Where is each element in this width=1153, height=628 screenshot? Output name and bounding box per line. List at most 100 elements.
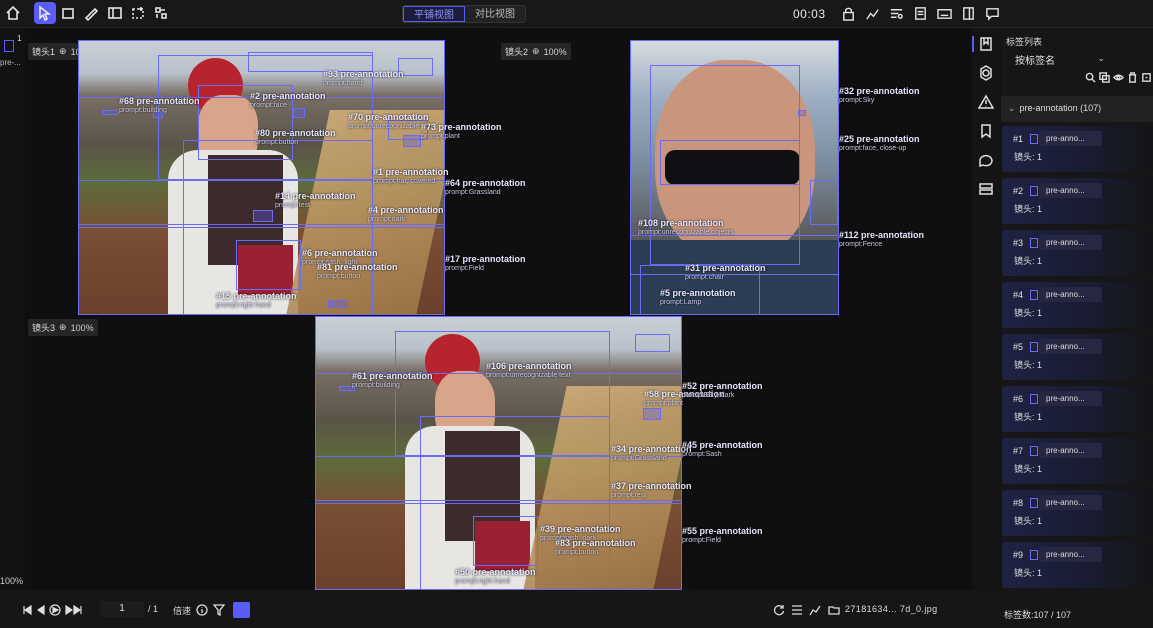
label-item[interactable]: #6 pre-anno... 镜头: 1 — [1002, 386, 1153, 432]
refresh-icon[interactable] — [773, 604, 785, 616]
lock-icon[interactable] — [838, 3, 859, 23]
lens-label: 镜头1 — [32, 47, 56, 57]
bbox[interactable] — [810, 180, 838, 225]
copy-icon[interactable] — [1099, 72, 1110, 83]
trash-icon[interactable] — [1127, 72, 1138, 83]
chart-icon[interactable] — [809, 604, 821, 616]
item-name: pre-anno... — [1039, 339, 1102, 354]
item-lens: 镜头: 1 — [1014, 152, 1043, 162]
list-icon[interactable] — [791, 604, 803, 616]
bbox[interactable] — [798, 110, 806, 116]
box-icon — [1030, 134, 1038, 144]
item-name: pre-anno... — [1039, 391, 1102, 406]
item-name: pre-anno... — [1039, 547, 1102, 562]
annotation-label: #4 pre-annotation prompt:dark — [368, 205, 444, 224]
top-toolbar: 平铺视图 对比视图 00:03 ⌄ — [0, 0, 1153, 38]
annotation-label: #52 pre-annotation prompt:Sky, dark — [682, 381, 763, 400]
box-icon — [1030, 238, 1038, 248]
annotation-label: #32 pre-annotation prompt:Sky — [839, 86, 920, 105]
item-number: #5 — [1013, 342, 1024, 352]
annotation-label: #15 pre-annotation prompt:right hand — [216, 291, 297, 310]
item-number: #4 — [1013, 290, 1024, 300]
bbox[interactable] — [473, 516, 538, 566]
image-view-3[interactable]: #61 pre-annotation prompt:building #106 p… — [315, 316, 763, 590]
warning-icon[interactable] — [977, 94, 995, 110]
annotation-canvas[interactable]: 镜头1⊕100% #68 pre-annotationprompt:buildi… — [25, 28, 971, 590]
home-icon[interactable] — [2, 2, 24, 24]
annotation-label: #108 pre-annotation prompt:unrecognizable… — [638, 218, 734, 237]
annotation-label: #2 pre-annotation prompt:face — [250, 91, 326, 110]
group-label: pre-annotation (107) — [1019, 103, 1102, 113]
color-swatch[interactable] — [233, 602, 250, 618]
label-item[interactable]: #4 pre-anno... 镜头: 1 — [1002, 282, 1153, 328]
label-item[interactable]: #1 pre-anno... 镜头: 1 — [1002, 126, 1153, 172]
pen-tool-button[interactable] — [80, 2, 102, 24]
item-number: #8 — [1013, 498, 1024, 508]
timer: 00:03 — [793, 7, 826, 21]
bbox[interactable] — [102, 110, 118, 115]
tab-compare-view[interactable]: 对比视图 — [465, 6, 525, 22]
label-item[interactable]: #2 pre-anno... 镜头: 1 — [1002, 178, 1153, 224]
split-tool-button[interactable] — [104, 2, 126, 24]
expand-icon[interactable] — [1141, 72, 1152, 83]
bbox[interactable] — [253, 210, 273, 222]
chevron-down-icon: ⌄ — [1008, 103, 1016, 113]
panel-title: 标签列表 — [1006, 37, 1043, 47]
panel-icon[interactable] — [958, 3, 979, 23]
rect-tool-button[interactable] — [57, 2, 79, 24]
file-name: 27181634... 7d_0.jpg — [845, 604, 938, 614]
annotation-label: #70 pre-annotation prompt:unrecognizable … — [348, 112, 433, 131]
polygon-tool-button[interactable] — [127, 2, 149, 24]
eye-icon[interactable] — [1113, 72, 1124, 83]
select-tool-button[interactable] — [34, 2, 56, 24]
playback-controls[interactable] — [22, 604, 82, 616]
zoom-icon: ⊕ — [59, 322, 67, 332]
list-filter-icon[interactable] — [886, 3, 907, 23]
bbox[interactable] — [236, 240, 301, 290]
image-view-2[interactable]: #32 pre-annotation prompt:Sky #25 pre-ann… — [630, 40, 924, 315]
page-input[interactable]: 1 — [100, 601, 144, 617]
annotation-label: #37 pre-annotation prompt:test — [611, 481, 692, 500]
document-icon[interactable] — [910, 3, 931, 23]
bookmark-icon[interactable] — [978, 123, 994, 139]
message-icon[interactable] — [982, 3, 1003, 23]
comment-icon[interactable] — [978, 152, 994, 168]
thumbnail-strip: 1 pre-... 100% — [0, 28, 24, 611]
annotation-label: #83 pre-annotation prompt:button — [555, 538, 636, 557]
annotation-label: #64 pre-annotation prompt:Grassland — [445, 178, 526, 197]
thumbnail-item[interactable] — [4, 40, 14, 52]
chart-icon[interactable] — [862, 3, 883, 23]
bbox[interactable] — [660, 140, 800, 185]
bookmark-list-icon[interactable] — [978, 36, 994, 52]
label-item[interactable]: #3 pre-anno... 镜头: 1 — [1002, 230, 1153, 276]
label-item[interactable]: #8 pre-anno... 镜头: 1 — [1002, 490, 1153, 536]
label-item[interactable]: #5 pre-anno... 镜头: 1 — [1002, 334, 1153, 380]
label-group[interactable]: ⌄ pre-annotation (107) — [1001, 96, 1153, 122]
speed-label[interactable]: 倍速 — [173, 604, 191, 617]
info-icon[interactable] — [196, 604, 208, 616]
keypoint-tool-button[interactable] — [150, 2, 172, 24]
tab-tile-view[interactable]: 平铺视图 — [403, 6, 465, 22]
item-lens: 镜头: 1 — [1014, 568, 1043, 578]
search-icon[interactable] — [1085, 72, 1096, 83]
zoom-icon: ⊕ — [59, 46, 67, 56]
settings-icon[interactable] — [978, 65, 994, 81]
active-indicator — [972, 36, 974, 52]
bbox[interactable] — [643, 408, 661, 420]
keyboard-icon[interactable] — [934, 3, 955, 23]
bbox[interactable] — [328, 300, 348, 308]
bbox[interactable] — [403, 135, 421, 147]
layers-icon[interactable] — [978, 181, 994, 197]
label-item[interactable]: #9 pre-anno... 镜头: 1 — [1002, 542, 1153, 588]
box-icon — [1030, 498, 1038, 508]
image-view-1[interactable]: #68 pre-annotation prompt:building #93 pr… — [78, 40, 526, 315]
annotation-label: #1 pre-annotation prompt:hat, covered — [373, 167, 449, 186]
folder-icon[interactable] — [828, 604, 840, 616]
label-item[interactable]: #7 pre-anno... 镜头: 1 — [1002, 438, 1153, 484]
filter-icon[interactable] — [213, 604, 225, 616]
item-lens: 镜头: 1 — [1014, 360, 1043, 370]
bbox[interactable] — [635, 334, 670, 352]
lens-zoom: 100% — [543, 46, 567, 57]
sort-select[interactable]: 按标签名 ⌄ — [1015, 52, 1105, 68]
item-name: pre-anno... — [1039, 131, 1102, 146]
